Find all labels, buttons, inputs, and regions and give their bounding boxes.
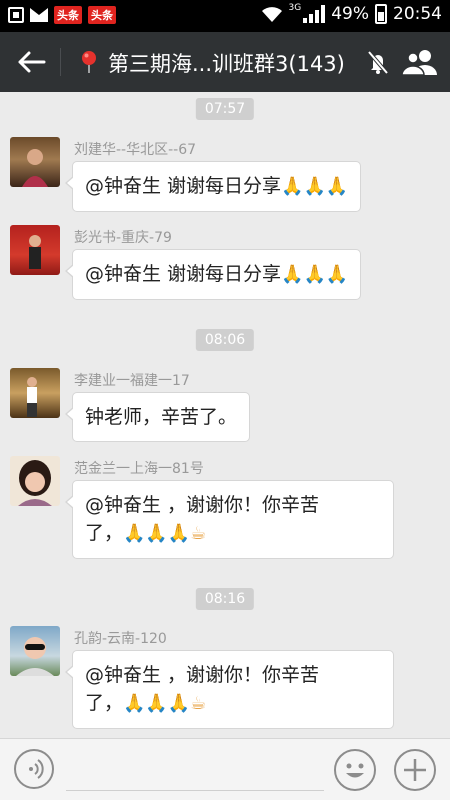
avatar[interactable] — [10, 225, 60, 275]
avatar[interactable] — [10, 368, 60, 418]
notification-icons: 头条 头条 — [8, 6, 116, 24]
message-text: 了， — [85, 692, 124, 714]
sender-name: 孔韵-云南-120 — [74, 631, 167, 647]
location-pin-icon — [82, 51, 96, 73]
emoji-icon — [346, 763, 364, 778]
message-text: @钟奋生 谢谢每日分享 — [85, 175, 282, 197]
avatar[interactable] — [10, 626, 60, 676]
mute-bell-icon[interactable] — [365, 49, 391, 75]
timestamp: 07:57 — [195, 98, 255, 120]
mail-icon — [30, 8, 48, 22]
message-item: 彭光书-重庆-79 @钟奋生 谢谢每日分享🙏🙏🙏 — [10, 225, 440, 300]
emoji-button[interactable] — [334, 749, 376, 791]
message-item: 孔韵-云南-120 @钟奋生 ，谢谢你！你辛苦 了，🙏🙏🙏☕ — [10, 626, 440, 730]
message-bubble[interactable]: @钟奋生 ，谢谢你！你辛苦 了，🙏🙏🙏☕ — [65, 650, 394, 729]
pray-emoji-icon: 🙏🙏🙏 — [281, 176, 349, 197]
sender-name: 范金兰一上海一81号 — [74, 461, 204, 477]
back-arrow-icon[interactable] — [14, 47, 48, 77]
message-bubble[interactable]: 钟老师，辛苦了。 — [64, 392, 251, 442]
sender-name: 李建业一福建一17 — [74, 373, 190, 389]
pray-emoji-icon: 🙏🙏🙏 — [281, 264, 349, 285]
message-text: 了， — [85, 522, 124, 544]
message-text: @钟奋生 谢谢每日分享 — [85, 263, 282, 285]
timestamp: 08:06 — [195, 329, 255, 351]
voice-icon — [29, 759, 44, 779]
sender-name: 刘建华--华北区--67 — [74, 142, 197, 158]
toutiao-icon: 头条 — [88, 6, 116, 24]
message-text: 钟老师，辛苦了。 — [85, 406, 238, 428]
toutiao-icon: 头条 — [54, 6, 82, 24]
clock: 20:54 — [393, 4, 442, 24]
message-item: 李建业一福建一17 钟老师，辛苦了。 — [10, 368, 440, 442]
divider — [60, 48, 61, 76]
notification-app-icon — [8, 7, 24, 23]
message-item: 刘建华--华北区--67 @钟奋生 谢谢每日分享🙏🙏🙏 — [10, 137, 440, 212]
network-type: 3G — [288, 3, 302, 13]
system-status: 3G 49% 20:54 — [261, 3, 442, 24]
title-bar: 第三期海...训班群3(143) — [0, 32, 450, 92]
group-members-icon[interactable] — [401, 48, 439, 76]
signal-icon — [303, 5, 326, 23]
message-item: 范金兰一上海一81号 @钟奋生 ，谢谢你！你辛苦 了，🙏🙏🙏☕ — [10, 456, 440, 560]
avatar[interactable] — [10, 137, 60, 187]
pray-coffee-emoji-icon: 🙏🙏🙏☕ — [123, 693, 207, 714]
voice-button[interactable] — [14, 749, 54, 789]
message-text: @钟奋生 ，谢谢你！你辛苦 — [85, 494, 320, 516]
avatar[interactable] — [10, 456, 60, 506]
plus-icon — [404, 759, 426, 781]
message-bubble[interactable]: @钟奋生 ，谢谢你！你辛苦 了，🙏🙏🙏☕ — [65, 480, 394, 559]
chat-area[interactable]: 07:57 刘建华--华北区--67 @钟奋生 谢谢每日分享🙏🙏🙏 彭光书-重庆… — [0, 92, 450, 738]
message-bubble[interactable]: @钟奋生 谢谢每日分享🙏🙏🙏 — [64, 161, 362, 212]
battery-percent: 49% — [331, 4, 369, 24]
wifi-icon — [261, 7, 282, 22]
status-bar: 头条 头条 3G 49% 20:54 — [0, 0, 450, 32]
message-bubble[interactable]: @钟奋生 谢谢每日分享🙏🙏🙏 — [64, 249, 362, 300]
message-text: @钟奋生 ，谢谢你！你辛苦 — [85, 664, 320, 686]
pray-coffee-emoji-icon: 🙏🙏🙏☕ — [123, 523, 207, 544]
input-bar — [0, 738, 450, 800]
sender-name: 彭光书-重庆-79 — [74, 230, 172, 246]
page-title[interactable]: 第三期海...训班群3(143) — [108, 48, 345, 78]
plus-button[interactable] — [394, 749, 436, 791]
battery-icon — [375, 4, 387, 24]
timestamp: 08:16 — [195, 588, 255, 610]
message-input[interactable] — [66, 751, 324, 791]
